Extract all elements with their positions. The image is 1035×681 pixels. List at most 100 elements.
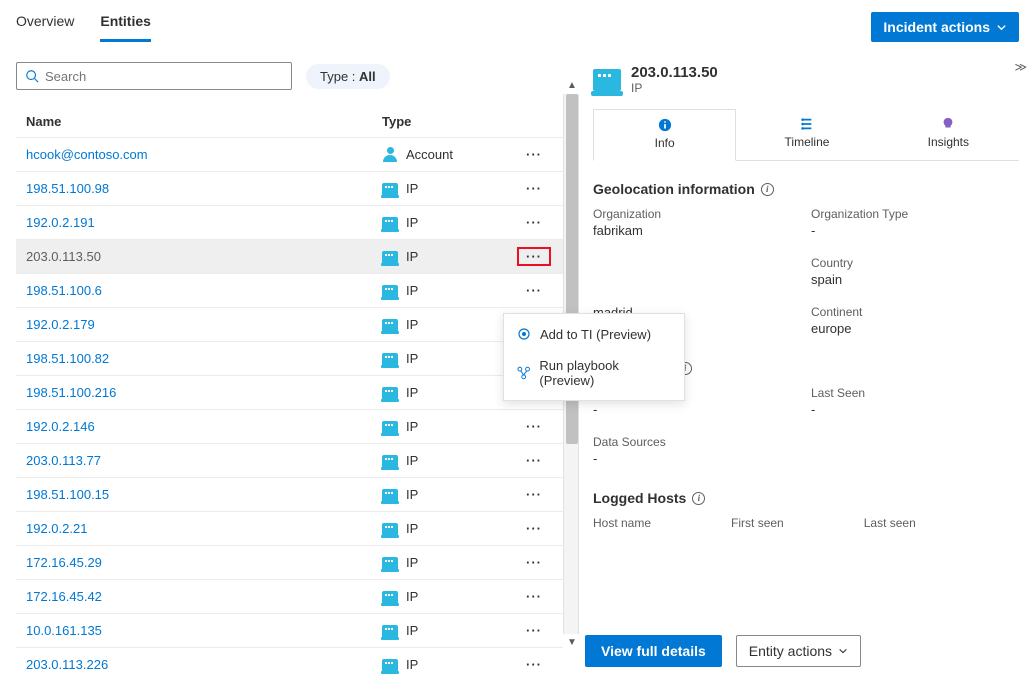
more-actions-button[interactable]: ··· [517, 419, 551, 434]
table-row[interactable]: 198.51.100.15IP··· [16, 477, 563, 511]
table-row[interactable]: 172.16.45.42IP··· [16, 579, 563, 613]
entity-link[interactable]: 172.16.45.42 [26, 589, 382, 604]
context-menu: Add to TI (Preview) Run playbook (Previe… [503, 313, 685, 401]
scroll-down-icon[interactable]: ▼ [567, 637, 577, 648]
entity-type: IP [382, 419, 517, 434]
ip-icon [382, 489, 398, 501]
table-row[interactable]: hcook@contoso.comAccount··· [16, 137, 563, 171]
entity-link[interactable]: 192.0.2.191 [26, 215, 382, 230]
ip-icon [382, 217, 398, 229]
more-actions-button[interactable]: ··· [517, 453, 551, 468]
detail-tab-insights[interactable]: Insights [878, 109, 1019, 160]
table-row[interactable]: 203.0.113.50IP··· [16, 239, 563, 273]
chevron-down-icon [838, 646, 848, 656]
table-row[interactable]: 192.0.2.21IP··· [16, 511, 563, 545]
type-filter-pill[interactable]: Type : All [306, 64, 390, 89]
ip-icon [382, 251, 398, 263]
expand-icon[interactable]: ≫ [1014, 60, 1027, 74]
ip-icon [382, 183, 398, 195]
entity-type: IP [382, 589, 517, 604]
info-tooltip-icon[interactable]: i [692, 492, 705, 505]
more-actions-button[interactable]: ··· [517, 181, 551, 196]
ip-icon [382, 353, 398, 365]
entity-actions-button[interactable]: Entity actions [736, 635, 861, 667]
entity-link[interactable]: 192.0.2.146 [26, 419, 382, 434]
entity-link[interactable]: 198.51.100.216 [26, 385, 382, 400]
hosts-heading: Logged Hosts [593, 490, 686, 506]
view-full-details-button[interactable]: View full details [585, 635, 722, 667]
entity-type: IP [382, 623, 517, 638]
detail-tab-timeline[interactable]: Timeline [736, 109, 877, 160]
table-row[interactable]: 192.0.2.179IP··· [16, 307, 563, 341]
entity-link[interactable]: 203.0.113.77 [26, 453, 382, 468]
more-actions-button[interactable]: ··· [517, 589, 551, 604]
entity-type: Account [382, 147, 517, 163]
search-icon [25, 69, 39, 83]
table-row[interactable]: 203.0.113.77IP··· [16, 443, 563, 477]
more-actions-button[interactable]: ··· [517, 487, 551, 502]
more-actions-button[interactable]: ··· [517, 521, 551, 536]
entity-type: IP [382, 385, 517, 400]
ip-icon [382, 659, 398, 671]
geo-heading: Geolocation information [593, 181, 755, 197]
info-icon [658, 118, 672, 132]
table-row[interactable]: 198.51.100.6IP··· [16, 273, 563, 307]
tab-overview[interactable]: Overview [16, 13, 74, 42]
column-header-type[interactable]: Type [382, 114, 517, 129]
more-actions-button[interactable]: ··· [517, 623, 551, 638]
table-row[interactable]: 198.51.100.82IP··· [16, 341, 563, 375]
entity-link[interactable]: 192.0.2.21 [26, 521, 382, 536]
ip-icon [382, 421, 398, 433]
search-input[interactable] [45, 69, 283, 84]
add-ti-icon [516, 326, 532, 342]
more-actions-button[interactable]: ··· [517, 283, 551, 298]
entity-type: IP [382, 317, 517, 332]
entity-type: IP [382, 283, 517, 298]
entity-link[interactable]: hcook@contoso.com [26, 147, 382, 162]
entity-link[interactable]: 198.51.100.15 [26, 487, 382, 502]
entity-subtitle: IP [631, 81, 718, 95]
entity-link[interactable]: 203.0.113.50 [26, 249, 382, 264]
table-row[interactable]: 172.16.45.29IP··· [16, 545, 563, 579]
entity-link[interactable]: 172.16.45.29 [26, 555, 382, 570]
account-icon [382, 147, 398, 163]
entity-type: IP [382, 351, 517, 366]
entity-link[interactable]: 198.51.100.82 [26, 351, 382, 366]
more-actions-button[interactable]: ··· [517, 247, 551, 266]
ip-icon [382, 285, 398, 297]
ip-icon [382, 557, 398, 569]
entity-type: IP [382, 215, 517, 230]
table-row[interactable]: 192.0.2.191IP··· [16, 205, 563, 239]
entity-link[interactable]: 198.51.100.6 [26, 283, 382, 298]
timeline-icon [800, 117, 814, 131]
entity-link[interactable]: 198.51.100.98 [26, 181, 382, 196]
info-tooltip-icon[interactable]: i [761, 183, 774, 196]
ip-icon [382, 523, 398, 535]
column-header-name[interactable]: Name [26, 114, 382, 129]
ip-icon [593, 69, 621, 91]
scroll-up-icon[interactable]: ▲ [567, 80, 577, 91]
more-actions-button[interactable]: ··· [517, 555, 551, 570]
table-row[interactable]: 198.51.100.98IP··· [16, 171, 563, 205]
table-row[interactable]: 10.0.161.135IP··· [16, 613, 563, 647]
more-actions-button[interactable]: ··· [517, 657, 551, 672]
menu-add-to-ti[interactable]: Add to TI (Preview) [504, 318, 684, 350]
incident-actions-label: Incident actions [883, 19, 990, 35]
incident-actions-button[interactable]: Incident actions [871, 12, 1019, 42]
menu-run-playbook[interactable]: Run playbook (Preview) [504, 350, 684, 396]
entity-link[interactable]: 203.0.113.226 [26, 657, 382, 672]
entity-link[interactable]: 192.0.2.179 [26, 317, 382, 332]
ip-icon [382, 625, 398, 637]
table-row[interactable]: 203.0.113.226IP··· [16, 647, 563, 681]
entity-list: hcook@contoso.comAccount···198.51.100.98… [16, 137, 563, 681]
entity-link[interactable]: 10.0.161.135 [26, 623, 382, 638]
tab-entities[interactable]: Entities [100, 13, 151, 42]
chevron-down-icon [996, 22, 1007, 33]
more-actions-button[interactable]: ··· [517, 215, 551, 230]
more-actions-button[interactable]: ··· [517, 147, 551, 162]
detail-tab-info[interactable]: Info [593, 109, 736, 161]
table-row[interactable]: 192.0.2.146IP··· [16, 409, 563, 443]
table-row[interactable]: 198.51.100.216IP··· [16, 375, 563, 409]
playbook-icon [516, 365, 531, 381]
search-input-wrapper[interactable] [16, 62, 292, 90]
